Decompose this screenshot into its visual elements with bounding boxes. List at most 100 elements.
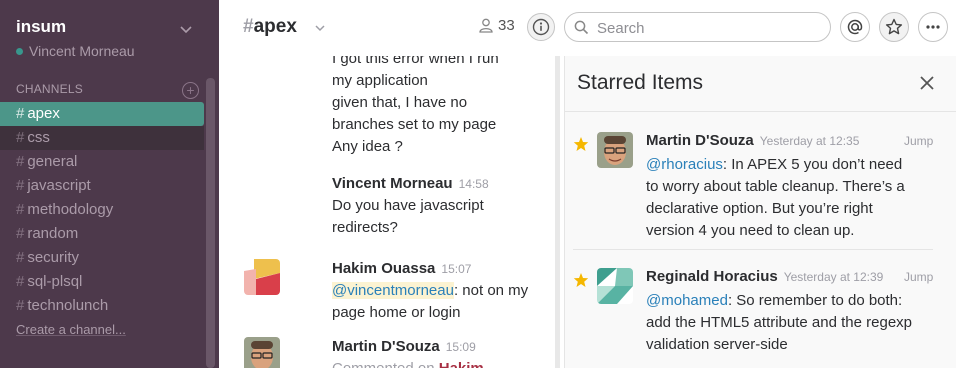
channel-title[interactable]: #apex xyxy=(243,16,297,38)
hash-icon: # xyxy=(16,201,25,218)
sidebar-scrollbar[interactable] xyxy=(206,78,215,368)
channel-hash: # xyxy=(243,16,254,37)
starred-item-header: Reginald Horacius Yesterday at 12:39 xyxy=(646,268,883,285)
message-pane[interactable]: I got this error when I run my applicati… xyxy=(219,56,552,368)
hakim-avatar-image xyxy=(244,259,280,295)
user-mention[interactable]: @vincentmorneau xyxy=(332,282,454,299)
message-line: Do you have javascript xyxy=(332,197,484,214)
sidebar-item-css[interactable]: # css xyxy=(0,126,204,150)
channel-name: apex xyxy=(253,16,297,37)
member-count-button[interactable]: 33 xyxy=(479,17,515,34)
channel-label: apex xyxy=(27,105,60,122)
sidebar-item-javascript[interactable]: # javascript xyxy=(0,174,204,198)
hash-icon: # xyxy=(16,225,25,242)
message-timestamp[interactable]: 15:09 xyxy=(446,340,476,354)
info-icon xyxy=(532,18,550,36)
message-sender[interactable]: Reginald Horacius xyxy=(646,268,778,285)
channel-label: sql-plsql xyxy=(27,273,83,290)
chevron-down-icon[interactable] xyxy=(315,24,325,32)
search-field[interactable] xyxy=(564,12,831,42)
user-mention[interactable]: @rhoracius xyxy=(646,156,723,173)
channel-label: javascript xyxy=(27,177,91,194)
message-line: redirects? xyxy=(332,219,398,236)
channel-label: general xyxy=(27,153,78,170)
channel-label: technolunch xyxy=(27,297,109,314)
star-filled-icon[interactable] xyxy=(573,272,589,288)
sidebar-item-general[interactable]: # general xyxy=(0,150,204,174)
panel-title: Starred Items xyxy=(577,71,704,94)
avatar[interactable] xyxy=(244,337,280,368)
sidebar-item-security[interactable]: # security xyxy=(0,246,204,270)
star-icon xyxy=(885,18,903,35)
starred-item-body: @mohamed: So remember to do both: add th… xyxy=(646,290,916,356)
sidebar: insum Vincent Morneau CHANNELS + # apex #… xyxy=(0,0,219,368)
starred-item[interactable]: Martin D'Souza Yesterday at 12:35 Jump @r… xyxy=(565,128,956,256)
avatar[interactable] xyxy=(597,268,633,304)
starred-item-body: @rhoracius: In APEX 5 you don’t need to … xyxy=(646,154,916,242)
channel-info-button[interactable] xyxy=(527,13,555,41)
message-sender[interactable]: Vincent Morneau xyxy=(332,175,453,192)
hash-icon: # xyxy=(16,297,25,314)
sidebar-item-sql-plsql[interactable]: # sql-plsql xyxy=(0,270,204,294)
user-name: Vincent Morneau xyxy=(29,43,135,59)
sidebar-scrollbar-thumb[interactable] xyxy=(206,78,215,368)
message-sender[interactable]: Martin D'Souza xyxy=(646,132,754,149)
search-input[interactable] xyxy=(595,18,819,38)
add-channel-button[interactable]: + xyxy=(182,82,199,99)
message-timestamp[interactable]: Yesterday at 12:39 xyxy=(784,270,884,284)
starred-items-panel: Starred Items Martin D'Souza Yesterday at… xyxy=(564,56,956,368)
message: Hakim Ouassa 15:07 @vincentmorneau: not o… xyxy=(332,258,547,324)
channel-label: methodology xyxy=(27,201,114,218)
sidebar-item-technolunch[interactable]: # technolunch xyxy=(0,294,204,318)
hash-icon: # xyxy=(16,273,25,290)
starred-item[interactable]: Reginald Horacius Yesterday at 12:39 Jump… xyxy=(565,264,956,392)
create-channel-link[interactable]: Create a channel... xyxy=(16,322,126,337)
jump-link[interactable]: Jump xyxy=(904,270,933,284)
member-count: 33 xyxy=(498,17,515,34)
presence-dot-icon xyxy=(16,48,23,55)
message-line: I got this error when I run xyxy=(332,56,499,67)
chevron-down-icon[interactable] xyxy=(180,23,192,35)
channel-header: #apex 33 xyxy=(219,0,956,56)
channel-label: css xyxy=(27,129,50,146)
message: Martin D'Souza15:09 Commented on Hakim O… xyxy=(332,336,547,368)
message-body: I got this error when I run my applicati… xyxy=(332,56,547,158)
message-sender[interactable]: Hakim Ouassa xyxy=(332,260,435,277)
message: Vincent Morneau 14:58 Do you have javascr… xyxy=(332,173,547,239)
martin-avatar-image xyxy=(244,337,280,368)
pane-divider[interactable] xyxy=(555,56,560,368)
message-line: my application xyxy=(332,72,428,89)
message-sender[interactable]: Martin D'Souza xyxy=(332,338,440,355)
mentions-button[interactable] xyxy=(840,12,870,42)
divider xyxy=(573,249,933,250)
sidebar-item-random[interactable]: # random xyxy=(0,222,204,246)
channel-list: # apex # css # general # javascript # methodo… xyxy=(0,102,204,318)
starred-items-button[interactable] xyxy=(879,12,909,42)
channel-label: security xyxy=(27,249,80,266)
sidebar-item-methodology[interactable]: # methodology xyxy=(0,198,204,222)
jump-link[interactable]: Jump xyxy=(904,134,933,148)
channels-header[interactable]: CHANNELS xyxy=(16,82,83,96)
user-status[interactable]: Vincent Morneau xyxy=(16,43,135,59)
star-filled-icon[interactable] xyxy=(573,136,589,152)
avatar[interactable] xyxy=(244,259,280,295)
reginald-avatar-image xyxy=(597,268,633,304)
user-mention[interactable]: @mohamed xyxy=(646,292,728,309)
at-icon xyxy=(847,19,863,35)
starred-items-header: Starred Items xyxy=(565,56,956,112)
message-timestamp[interactable]: Yesterday at 12:35 xyxy=(760,134,860,148)
hash-icon: # xyxy=(16,249,25,266)
channel-label: random xyxy=(27,225,79,242)
search-icon xyxy=(574,20,589,35)
message-timestamp[interactable]: 14:58 xyxy=(459,177,489,191)
message-timestamp[interactable]: 15:07 xyxy=(441,262,471,276)
team-name[interactable]: insum xyxy=(16,17,66,37)
message-text: : not on my xyxy=(453,282,529,299)
message-line: page home or login xyxy=(332,304,461,321)
sidebar-item-apex[interactable]: # apex xyxy=(0,102,204,126)
person-icon xyxy=(479,18,493,33)
close-icon[interactable] xyxy=(920,76,934,90)
message-line: given that, I have no xyxy=(332,94,468,111)
avatar[interactable] xyxy=(597,132,633,168)
more-options-button[interactable] xyxy=(918,12,948,42)
